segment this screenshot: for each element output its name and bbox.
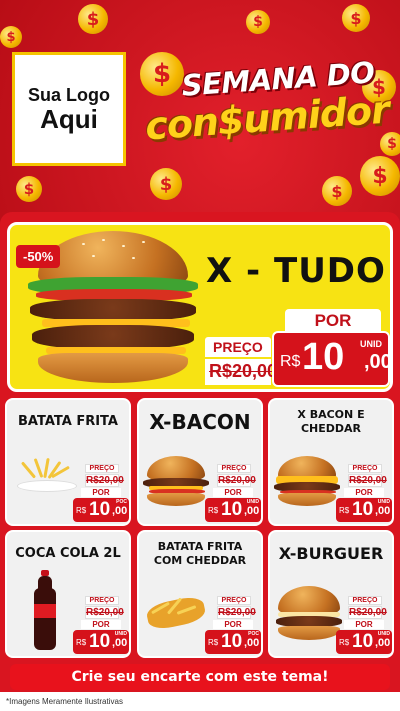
coin-icon: $ — [78, 4, 108, 34]
product-name: X BACON E CHEDDAR — [297, 408, 365, 436]
coin-icon: $ — [322, 176, 352, 206]
burger-image — [274, 586, 344, 642]
por-label: POR — [344, 488, 384, 497]
product-card: BATATA FRITA PREÇO R$20,00 POR R$ 10,00 PO… — [5, 398, 131, 526]
preco-label: PREÇO — [217, 464, 251, 473]
footer-note: *Imagens Meramente Ilustrativas — [6, 697, 123, 706]
new-price-tag: R$ 10,00 POC — [73, 498, 129, 522]
old-price: R$20,00 — [85, 606, 124, 619]
product-name: X-BURGUER — [278, 544, 384, 563]
coin-icon: $ — [150, 168, 182, 200]
old-price: R$20,00 — [205, 359, 277, 385]
new-price-tag: R$ 10,00 UNID — [73, 630, 129, 654]
logo-placeholder: Sua Logo Aqui — [12, 52, 126, 166]
coin-icon: $ — [342, 4, 370, 32]
por-label: POR — [213, 488, 253, 497]
old-price: R$20,00 — [348, 606, 387, 619]
coin-icon: $ — [246, 10, 270, 34]
preco-label: PREÇO — [217, 596, 251, 605]
product-card: X-BACON PREÇO R$20,00 POR R$ 10,00 UNID — [137, 398, 263, 526]
por-label: POR — [344, 620, 384, 629]
coin-icon: $ — [360, 156, 400, 196]
preco-label: PREÇO — [348, 596, 382, 605]
logo-line-2: Aqui — [40, 103, 98, 134]
coin-icon: $ — [380, 132, 400, 156]
soda-bottle-image — [33, 570, 57, 654]
old-price-label: PREÇO — [205, 337, 271, 357]
product-name: BATATA FRITA — [18, 414, 118, 429]
product-card: X BACON E CHEDDAR PREÇO R$20,00 POR R$ 10… — [268, 398, 394, 526]
burger-image — [274, 456, 342, 508]
currency-symbol: R$ — [280, 353, 301, 370]
featured-offer: -50% X - TUDO PREÇO R$20,00 POR R$ 10 ,0… — [7, 222, 393, 392]
por-label: POR — [285, 309, 381, 333]
logo-line-1: Sua Logo — [28, 84, 110, 105]
burger-image — [143, 456, 211, 508]
price-integer: 10 — [302, 336, 345, 378]
new-price-tag: R$ 10,00 UNID — [336, 498, 392, 522]
product-name: X-BACON — [149, 410, 251, 434]
old-price: R$20,00 — [217, 474, 256, 487]
por-label: POR — [81, 488, 121, 497]
new-price-tag: R$ 10 ,00 UNID — [272, 331, 390, 387]
preco-label: PREÇO — [85, 596, 119, 605]
product-card: X-BURGUER PREÇO R$20,00 POR R$ 10,00 UNID — [268, 530, 394, 658]
por-label: POR — [213, 620, 253, 629]
coin-icon: $ — [0, 26, 22, 48]
cheddar-fries-image — [144, 594, 208, 632]
new-price-tag: R$ 10,00 UNID — [336, 630, 392, 654]
product-card: BATATA FRITA COM CHEDDAR PREÇO R$20,00 P… — [137, 530, 263, 658]
cta-banner[interactable]: Crie seu encarte com este tema! — [10, 664, 390, 690]
old-price: R$20,00 — [217, 606, 256, 619]
fries-image — [13, 456, 79, 496]
product-name: BATATA FRITA COM CHEDDAR — [153, 540, 247, 568]
product-name: COCA COLA 2L — [15, 546, 121, 561]
old-price: R$20,00 — [348, 474, 387, 487]
coin-icon: $ — [16, 176, 42, 202]
new-price-tag: R$ 10,00 UNID — [205, 498, 261, 522]
preco-label: PREÇO — [348, 464, 382, 473]
price-unit: UNID — [360, 339, 382, 349]
discount-badge: -50% — [16, 245, 61, 268]
preco-label: PREÇO — [85, 464, 119, 473]
price-cents: ,00 — [364, 351, 392, 373]
footer: *Imagens Meramente Ilustrativas — [0, 692, 400, 711]
featured-product-name: X - TUDO — [206, 251, 386, 291]
new-price-tag: R$ 10,00 POC — [205, 630, 261, 654]
product-card: COCA COLA 2L PREÇO R$20,00 POR R$ 10,00 UN… — [5, 530, 131, 658]
por-label: POR — [81, 620, 121, 629]
old-price: R$20,00 — [85, 474, 124, 487]
